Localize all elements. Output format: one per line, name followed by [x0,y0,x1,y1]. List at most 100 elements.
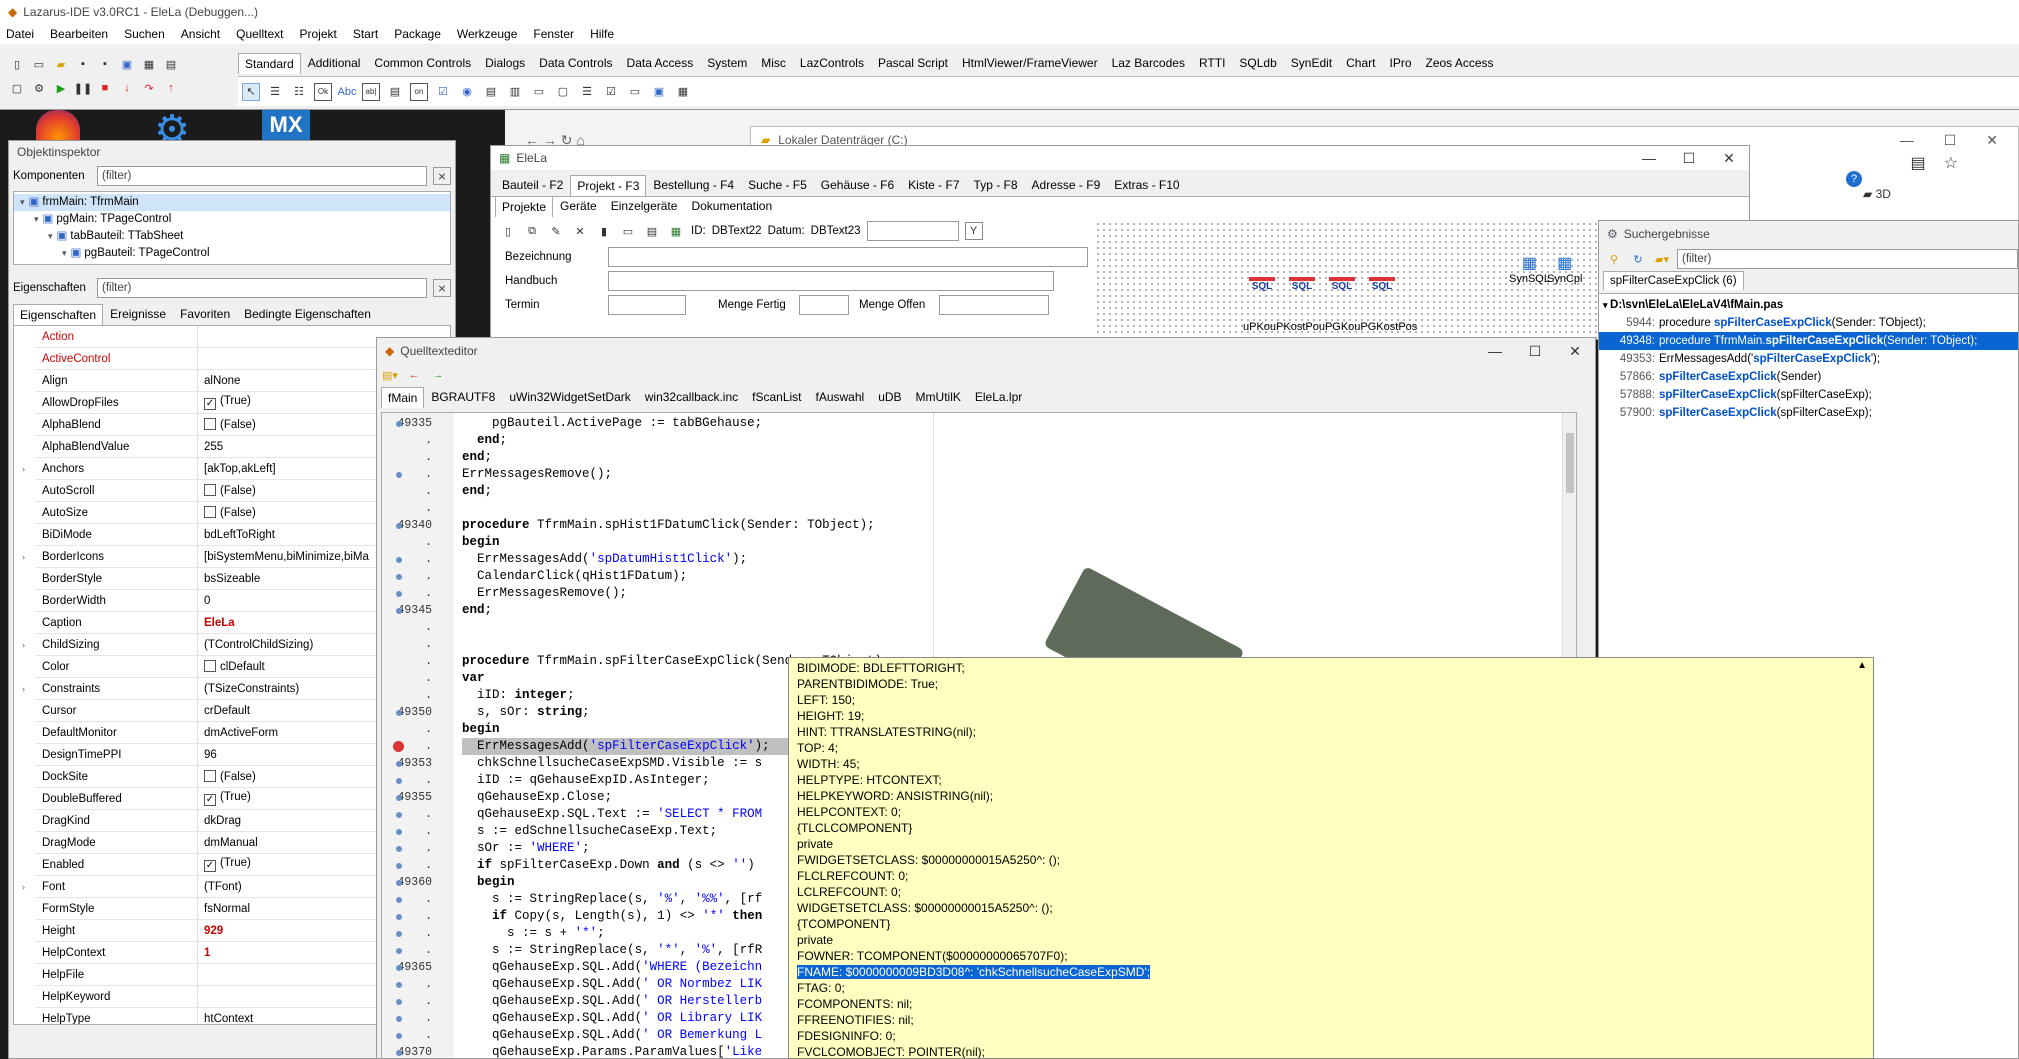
menu-werkzeuge[interactable]: Werkzeuge [457,27,517,41]
clear-filter-icon[interactable]: ⨯ [433,167,451,185]
gutter-line[interactable]: 49370 [382,1044,454,1058]
search-box[interactable] [866,221,959,241]
gutter-line[interactable]: . [382,806,454,823]
elela-tab-suche-f5[interactable]: Suche - F5 [741,174,814,196]
menu-quelltext[interactable]: Quelltext [236,27,283,41]
editor-tab-fauswahl[interactable]: fAuswahl [809,386,872,408]
checkbox-icon[interactable] [204,484,216,496]
tree-node[interactable]: ▾ ▣ tabBauteil: TTabSheet [14,228,450,245]
maximize-icon[interactable]: ☐ [1944,132,1957,149]
gutter-line[interactable]: 49345 [382,602,454,619]
ttogglebox-icon[interactable]: on [410,82,428,101]
gutter-line[interactable]: 49355 [382,789,454,806]
inspector-tab-favoriten[interactable]: Favoriten [173,303,237,325]
palette-tab-dialogs[interactable]: Dialogs [478,52,532,74]
gutter-line[interactable]: . [382,466,454,483]
expand-icon[interactable]: ▾ [20,197,25,207]
gutter-line[interactable]: . [382,636,454,653]
gutter-line[interactable]: . [382,568,454,585]
report-icon[interactable]: ▤ [643,222,661,240]
firefox-icon[interactable] [36,110,80,140]
palette-tab-ipro[interactable]: IPro [1382,52,1418,74]
palette-tab-htmlviewer-frameviewer[interactable]: HtmlViewer/FrameViewer [955,52,1105,74]
gutter-line[interactable]: . [382,585,454,602]
gutter-line[interactable]: . [382,908,454,925]
gutter-line[interactable]: 49353 [382,755,454,772]
step-out-icon[interactable]: ↑ [162,79,180,97]
gutter-line[interactable]: . [382,925,454,942]
gutter-line[interactable]: . [382,500,454,517]
view-icon[interactable]: ▢ [8,79,26,97]
tcheckgroup-icon[interactable]: ☑ [602,83,620,101]
tradiogroup-icon[interactable]: ☰ [578,83,596,101]
gutter-line[interactable]: . [382,449,454,466]
search-icon[interactable]: ⚲ [1605,250,1623,268]
search-result-item[interactable]: 57900: spFilterCaseExpClick(spFilterCaseE… [1599,404,2018,422]
elela-tab-bauteil-f2[interactable]: Bauteil - F2 [495,174,570,196]
bezeichnung-field[interactable] [608,247,1088,267]
gutter-line[interactable]: . [382,432,454,449]
palette-tab-data-controls[interactable]: Data Controls [532,52,619,74]
gutter-line[interactable]: . [382,942,454,959]
search-result-item[interactable]: 49348: procedure TfrmMain.spFilterCaseExp… [1599,332,2018,350]
y-button[interactable]: Y [964,222,983,240]
copy-record-icon[interactable]: ⧉ [523,222,541,240]
sql-query-icon[interactable]: SQL [1249,277,1275,292]
tree-node[interactable]: ▾ ▣ frmMain: TfrmMain [14,194,450,211]
hint-scroll-up-icon[interactable]: ▲ [1857,660,1867,671]
menu-ansicht[interactable]: Ansicht [181,27,220,41]
search-result-item[interactable]: 57866: spFilterCaseExpClick(Sender) [1599,368,2018,386]
run-icon[interactable]: ▶ [52,79,70,97]
menge-offen-field[interactable] [939,295,1049,315]
elela-subtab-einzelgeräte[interactable]: Einzelgeräte [604,195,685,217]
gutter-line[interactable]: 49335 [382,415,454,432]
gutter-line[interactable]: . [382,823,454,840]
editor-tab-udb[interactable]: uDB [871,386,908,408]
palette-tab-synedit[interactable]: SynEdit [1284,52,1339,74]
editor-tab-uwin32widgetsetdark[interactable]: uWin32WidgetSetDark [502,386,637,408]
tgroupbox-icon[interactable]: ▢ [554,83,572,101]
gutter-line[interactable]: . [382,891,454,908]
new-unit-icon[interactable]: ▯ [8,55,26,73]
minimize-icon[interactable]: — [1629,150,1669,167]
elela-tab-gehäuse-f6[interactable]: Gehäuse - F6 [814,174,901,196]
stop-icon[interactable]: ■ [96,79,114,97]
save-icon[interactable]: ▪ [74,55,92,73]
gutter-line[interactable]: 49365 [382,959,454,976]
search-result-tab[interactable]: spFilterCaseExpClick (6) [1603,271,1744,290]
palette-tab-common-controls[interactable]: Common Controls [367,52,478,74]
code-line[interactable]: end; [462,483,933,500]
code-line[interactable] [462,500,933,517]
tmemo-icon[interactable]: ▤ [386,83,404,101]
checkbox-icon[interactable] [204,506,216,518]
search-result-item[interactable]: 49353: ErrMessagesAdd('spFilterCaseExpCli… [1599,350,2018,368]
gutter-line[interactable]: 49360 [382,874,454,891]
gutter-line[interactable]: . [382,687,454,704]
sql-query-icon[interactable]: SQL [1369,277,1395,292]
editor-menu-icon[interactable]: ▤▾ [381,366,399,384]
gutter-line[interactable]: . [382,976,454,993]
step-over-icon[interactable]: ↷ [140,79,158,97]
minimize-icon[interactable]: — [1900,132,1914,149]
menu-projekt[interactable]: Projekt [299,27,336,41]
tbutton-icon[interactable]: Ok [314,82,332,101]
palette-tab-misc[interactable]: Misc [754,52,793,74]
gutter-line[interactable]: . [382,670,454,687]
palette-tab-additional[interactable]: Additional [301,52,368,74]
tedit-icon[interactable]: ab| [362,82,380,101]
gutter-line[interactable]: . [382,857,454,874]
checkbox-icon[interactable] [204,418,216,430]
expand-icon[interactable]: › [22,684,25,694]
gutter-line[interactable]: . [382,738,454,755]
gutter-line[interactable]: . [382,721,454,738]
search-result-item[interactable]: 57888: spFilterCaseExpClick(spFilterCaseE… [1599,386,2018,404]
book-icon[interactable]: ▮ [595,222,613,240]
code-line[interactable] [462,636,933,653]
code-line[interactable] [462,619,933,636]
delete-record-icon[interactable]: ✕ [571,222,589,240]
termin-field[interactable] [608,295,686,315]
toggle-form-icon[interactable]: ▣ [118,55,136,73]
tree-node[interactable]: ▾ ▣ pgBauteil: TPageControl [14,245,450,262]
checkbox-icon[interactable]: ✓ [204,860,216,872]
gutter-line[interactable]: . [382,840,454,857]
